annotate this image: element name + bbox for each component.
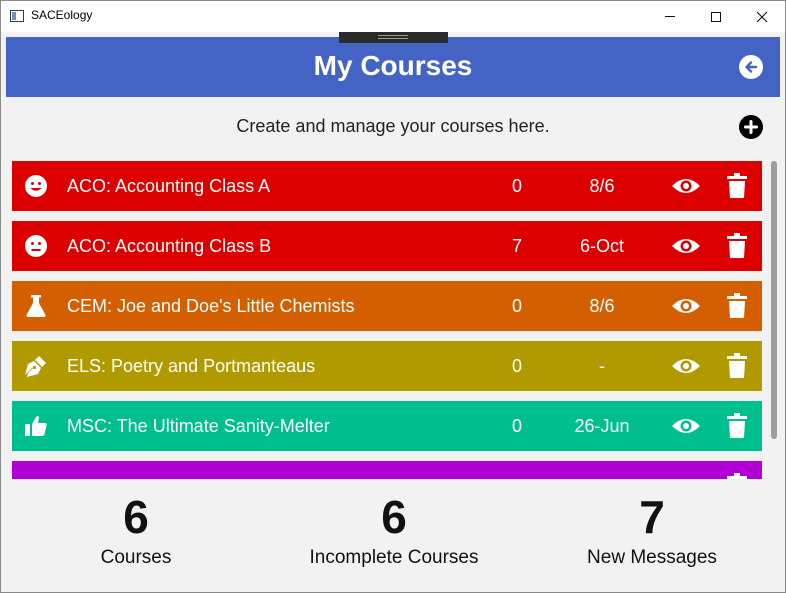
page-header: My Courses bbox=[6, 37, 780, 97]
flask-icon bbox=[24, 294, 48, 318]
title-bar[interactable]: SACEology bbox=[1, 1, 785, 32]
stat-label: Incomplete Courses bbox=[309, 547, 479, 568]
course-name: ACO: Accounting Class A bbox=[67, 176, 271, 196]
add-course-button[interactable] bbox=[739, 115, 763, 139]
stat-new-messages: 7 New Messages bbox=[522, 489, 782, 569]
course-date: 26-Jun bbox=[574, 416, 630, 436]
stat-value: 6 bbox=[123, 491, 149, 543]
course-row[interactable]: ELS: Poetry and Portmanteaus 0 - bbox=[12, 341, 762, 391]
view-course-button[interactable] bbox=[671, 234, 701, 258]
eye-icon bbox=[672, 419, 700, 433]
course-message-count: 0 bbox=[511, 176, 522, 196]
course-date: - bbox=[599, 356, 605, 376]
stat-incomplete-courses: 6 Incomplete Courses bbox=[264, 489, 524, 569]
course-name: ACO: Accounting Class B bbox=[67, 236, 272, 256]
trash-icon bbox=[727, 353, 747, 378]
course-date: 8/6 bbox=[589, 176, 615, 196]
course-date: 6-Oct bbox=[579, 236, 624, 256]
course-row[interactable]: MSC: The Ultimate Sanity-Melter 0 26-Jun bbox=[12, 401, 762, 451]
eye-icon bbox=[672, 239, 700, 253]
course-message-count: 7 bbox=[511, 236, 522, 256]
plus-icon bbox=[744, 120, 758, 134]
course-message-count: 0 bbox=[511, 356, 522, 376]
stat-label: Courses bbox=[100, 547, 172, 568]
app-window: SACEology My Courses Create and manage y… bbox=[0, 0, 786, 593]
trash-icon bbox=[727, 293, 747, 318]
arrow-left-icon bbox=[745, 61, 758, 73]
trash-icon bbox=[727, 413, 747, 438]
course-list-scrollbar[interactable] bbox=[770, 161, 778, 479]
course-name: MSC: The Ultimate Sanity-Melter bbox=[67, 416, 330, 436]
minimize-button[interactable] bbox=[647, 1, 693, 32]
trash-icon bbox=[727, 173, 747, 198]
scrollbar-thumb[interactable] bbox=[771, 161, 777, 439]
delete-course-button[interactable] bbox=[725, 353, 749, 379]
trash-icon bbox=[727, 233, 747, 258]
view-course-button[interactable] bbox=[671, 354, 701, 378]
course-row[interactable]: CEM: Joe and Doe's Little Chemists 0 8/6 bbox=[12, 281, 762, 331]
eye-icon bbox=[672, 359, 700, 373]
view-course-button[interactable] bbox=[671, 294, 701, 318]
delete-course-button[interactable] bbox=[725, 473, 749, 479]
page-title: My Courses bbox=[313, 50, 473, 81]
thumbs-up-icon bbox=[24, 414, 48, 438]
delete-course-button[interactable] bbox=[725, 173, 749, 199]
course-message-count: 0 bbox=[511, 296, 522, 316]
maximize-icon bbox=[711, 11, 721, 22]
minimize-icon bbox=[665, 16, 675, 17]
stat-courses: 6 Courses bbox=[6, 489, 266, 569]
back-button[interactable] bbox=[739, 55, 763, 79]
pen-nib-icon bbox=[24, 354, 48, 378]
course-row[interactable] bbox=[12, 461, 762, 479]
eye-icon bbox=[672, 179, 700, 193]
smile-icon bbox=[24, 174, 48, 198]
close-icon bbox=[756, 11, 768, 22]
trash-icon bbox=[727, 473, 747, 479]
stat-label: New Messages bbox=[587, 547, 717, 568]
course-name: ELS: Poetry and Portmanteaus bbox=[67, 356, 316, 376]
course-name: CEM: Joe and Doe's Little Chemists bbox=[67, 296, 355, 316]
course-list[interactable]: ACO: Accounting Class A 0 8/6 ACO: Accou… bbox=[12, 161, 762, 479]
course-date: 8/6 bbox=[589, 296, 615, 316]
course-row[interactable]: ACO: Accounting Class B 7 6-Oct bbox=[12, 221, 762, 271]
delete-course-button[interactable] bbox=[725, 413, 749, 439]
drag-handle[interactable] bbox=[339, 32, 448, 43]
delete-course-button[interactable] bbox=[725, 293, 749, 319]
maximize-button[interactable] bbox=[693, 1, 739, 32]
course-row[interactable]: ACO: Accounting Class A 0 8/6 bbox=[12, 161, 762, 211]
course-icon bbox=[24, 474, 48, 479]
app-icon bbox=[10, 10, 24, 22]
eye-icon bbox=[672, 299, 700, 313]
view-course-button[interactable] bbox=[671, 414, 701, 438]
course-message-count: 0 bbox=[511, 416, 522, 436]
window-title: SACEology bbox=[31, 8, 93, 22]
stat-value: 7 bbox=[639, 491, 665, 543]
stat-value: 6 bbox=[381, 491, 407, 543]
close-button[interactable] bbox=[739, 1, 785, 32]
page-subtitle: Create and manage your courses here. bbox=[236, 116, 550, 136]
view-course-button[interactable] bbox=[671, 174, 701, 198]
neutral-face-icon bbox=[24, 234, 48, 258]
delete-course-button[interactable] bbox=[725, 233, 749, 259]
